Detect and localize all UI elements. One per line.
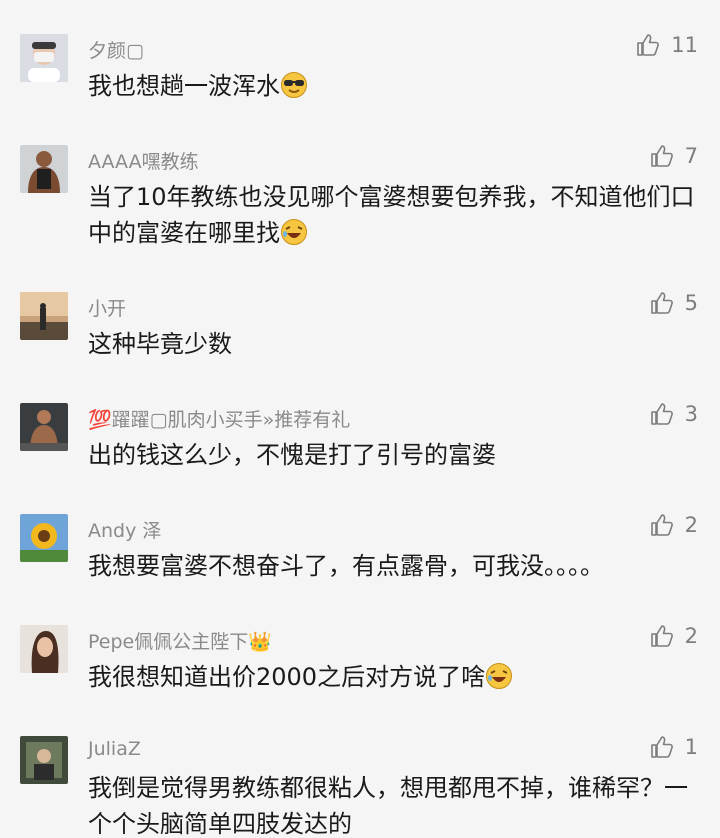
avatar[interactable] — [20, 625, 68, 673]
comment-body: 我很想知道出价2000之后对方说了啥 — [88, 663, 486, 691]
avatar[interactable] — [20, 34, 68, 82]
username[interactable]: Andy 泽 — [88, 516, 161, 543]
comment-text: 我也想趟一波浑水 — [88, 68, 703, 109]
username[interactable]: 夕颜▢ — [88, 36, 144, 63]
like-count: 7 — [684, 144, 698, 168]
avatar[interactable] — [20, 145, 68, 193]
like-count: 3 — [684, 402, 698, 426]
like-count: 5 — [684, 291, 698, 315]
thumbs-up-icon — [635, 32, 661, 58]
comment-body: 我也想趟一波浑水 — [88, 72, 280, 100]
like-count: 2 — [684, 624, 698, 648]
comment-text: 我很想知道出价2000之后对方说了啥 — [88, 659, 703, 700]
like-button[interactable]: 5 — [649, 290, 698, 316]
comment-list: 夕颜▢ 我也想趟一波浑水 11 AAAA嘿教练 当了10年教练也没见哪个富婆想要… — [0, 0, 720, 838]
like-button[interactable]: 11 — [635, 32, 698, 58]
laughing-face-icon — [485, 662, 513, 700]
comment-text: 这种毕竟少数 — [88, 330, 232, 358]
comment-text: 当了10年教练也没见哪个富婆想要包养我，不知道他们口中的富婆在哪里找 — [88, 179, 703, 256]
thumbs-up-icon — [649, 143, 675, 169]
like-count: 11 — [671, 33, 698, 57]
username[interactable]: AAAA嘿教练 — [88, 147, 199, 174]
comment-text: 出的钱这么少，不愧是打了引号的富婆 — [88, 441, 496, 469]
comment-text: 我倒是觉得男教练都很粘人，想甩都甩不掉，谁稀罕？一个个头脑简单四肢发达的 — [88, 774, 688, 838]
laughing-face-icon — [280, 218, 308, 256]
thumbs-up-icon — [649, 623, 675, 649]
like-button[interactable]: 7 — [649, 143, 698, 169]
like-button[interactable]: 1 — [649, 734, 698, 760]
thumbs-up-icon — [649, 290, 675, 316]
like-button[interactable]: 2 — [649, 623, 698, 649]
comment-body: 当了10年教练也没见哪个富婆想要包养我，不知道他们口中的富婆在哪里找 — [88, 183, 695, 247]
avatar[interactable] — [20, 292, 68, 340]
thumbs-up-icon — [649, 512, 675, 538]
like-button[interactable]: 2 — [649, 512, 698, 538]
cool-face-icon — [280, 71, 308, 109]
thumbs-up-icon — [649, 734, 675, 760]
username[interactable]: 小开 — [88, 294, 126, 321]
like-count: 2 — [684, 513, 698, 537]
username[interactable]: 💯躍躍▢肌肉小买手»推荐有礼 — [88, 405, 350, 432]
avatar[interactable] — [20, 736, 68, 784]
avatar[interactable] — [20, 514, 68, 562]
avatar[interactable] — [20, 403, 68, 451]
like-button[interactable]: 3 — [649, 401, 698, 427]
username[interactable]: JuliaZ — [88, 738, 141, 760]
comment-text: 我想要富婆不想奋斗了，有点露骨，可我没。。。。 — [88, 552, 604, 580]
thumbs-up-icon — [649, 401, 675, 427]
username[interactable]: Pepe佩佩公主陛下👑 — [88, 627, 272, 654]
like-count: 1 — [684, 735, 698, 759]
